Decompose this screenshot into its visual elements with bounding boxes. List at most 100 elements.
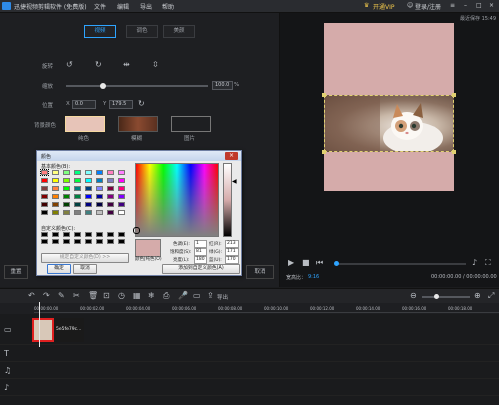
basic-color-cell[interactable]	[74, 186, 81, 191]
screen-record-icon[interactable]: ▭	[193, 292, 201, 300]
maximize-icon[interactable]: □	[476, 2, 482, 9]
basic-color-cell[interactable]	[85, 210, 92, 215]
basic-color-cell[interactable]	[85, 194, 92, 199]
custom-color-cell[interactable]	[63, 232, 70, 237]
basic-color-cell[interactable]	[74, 170, 81, 175]
luminance-arrow-icon[interactable]: ◀	[232, 178, 237, 185]
export-icon[interactable]: ⇪	[207, 292, 214, 300]
screenshot-icon[interactable]: ⎙	[163, 292, 169, 300]
menu-help[interactable]: 帮助	[162, 2, 174, 11]
timeline-ruler[interactable]: 00:00:00.00 00:00:02.00 00:00:04.00 00:0…	[0, 303, 499, 314]
basic-color-cell[interactable]	[40, 169, 49, 176]
basic-color-cell[interactable]	[85, 170, 92, 175]
zoom-in-icon[interactable]: ⊕	[474, 292, 481, 300]
basic-color-cell[interactable]	[107, 210, 114, 215]
spectrum-crosshair[interactable]	[133, 227, 140, 234]
basic-color-cell[interactable]	[74, 178, 81, 183]
stop-icon[interactable]: ■	[302, 259, 310, 267]
aspect-ratio[interactable]: 9:16	[308, 274, 319, 280]
lum-input[interactable]: 180	[194, 256, 207, 264]
basic-color-cell[interactable]	[118, 186, 125, 191]
timeline-tracks[interactable]: ▭ T ♫ ♪ 5e5fe79c...	[0, 302, 499, 405]
basic-color-cell[interactable]	[96, 194, 103, 199]
speed-icon[interactable]: ◷	[118, 292, 125, 300]
user-icon[interactable]: ☺	[407, 2, 413, 9]
record-voice-icon[interactable]: 🎤	[178, 292, 188, 300]
ok-button[interactable]: 确定	[47, 264, 71, 274]
basic-color-cell[interactable]	[107, 178, 114, 183]
basic-color-cell[interactable]	[63, 170, 70, 175]
zoom-slider[interactable]	[422, 296, 470, 298]
undo-icon[interactable]: ↶	[28, 292, 35, 300]
basic-color-cell[interactable]	[74, 202, 81, 207]
dialog-title-bar[interactable]: 颜色 ×	[37, 151, 241, 161]
volume-icon[interactable]: ♪	[472, 259, 477, 267]
bg-image-swatch[interactable]	[171, 116, 211, 132]
basic-color-cell[interactable]	[118, 210, 125, 215]
define-custom-button[interactable]: 规定自定义颜色(D) >>	[41, 253, 129, 263]
reset-position-icon[interactable]: ↻	[138, 100, 145, 108]
basic-color-cell[interactable]	[85, 178, 92, 183]
scale-slider[interactable]	[66, 85, 208, 87]
basic-color-cell[interactable]	[41, 178, 48, 183]
basic-color-cell[interactable]	[118, 202, 125, 207]
custom-color-cell[interactable]	[85, 239, 92, 244]
basic-color-cell[interactable]	[63, 210, 70, 215]
dialog-close-icon[interactable]: ×	[225, 152, 238, 160]
basic-color-cell[interactable]	[41, 202, 48, 207]
basic-color-cell[interactable]	[74, 194, 81, 199]
close-icon[interactable]: ×	[489, 2, 494, 9]
track-row[interactable]	[0, 345, 499, 362]
fullscreen-icon[interactable]: ⛶	[485, 259, 491, 267]
minimize-icon[interactable]: –	[464, 2, 467, 9]
playback-knob[interactable]	[334, 261, 339, 266]
basic-color-cell[interactable]	[107, 170, 114, 175]
edit-icon[interactable]: ✎	[58, 292, 65, 300]
basic-color-cell[interactable]	[63, 178, 70, 183]
reset-button[interactable]: 重置	[4, 265, 28, 279]
basic-color-cell[interactable]	[63, 194, 70, 199]
menu-icon[interactable]: ≡	[450, 2, 455, 9]
menu-edit[interactable]: 编辑	[117, 2, 129, 11]
bg-blur-swatch[interactable]	[118, 116, 158, 132]
custom-color-cell[interactable]	[74, 232, 81, 237]
basic-color-cell[interactable]	[63, 202, 70, 207]
custom-color-cell[interactable]	[52, 232, 59, 237]
basic-color-cell[interactable]	[107, 202, 114, 207]
split-icon[interactable]: ✂	[73, 292, 80, 300]
dialog-cancel-button[interactable]: 取消	[73, 264, 97, 274]
custom-color-cell[interactable]	[74, 239, 81, 244]
rotate-right-icon[interactable]: ↻	[95, 61, 102, 69]
hue-input[interactable]: 1	[194, 240, 207, 248]
vip-button[interactable]: 开通VIP	[373, 2, 395, 11]
export-button[interactable]: 导出	[217, 293, 228, 301]
flip-horizontal-icon[interactable]: ⇹	[123, 61, 130, 69]
basic-color-cell[interactable]	[118, 178, 125, 183]
basic-color-cell[interactable]	[96, 186, 103, 191]
bg-solid-swatch[interactable]	[65, 116, 105, 132]
basic-color-cell[interactable]	[63, 186, 70, 191]
fit-timeline-icon[interactable]: ⤢	[488, 292, 494, 300]
scale-slider-knob[interactable]	[100, 83, 106, 89]
custom-color-cell[interactable]	[85, 232, 92, 237]
basic-color-cell[interactable]	[96, 178, 103, 183]
prev-frame-icon[interactable]: ⏮	[316, 259, 323, 267]
cancel-button[interactable]: 取消	[246, 265, 274, 279]
basic-color-cell[interactable]	[41, 210, 48, 215]
resize-handle-br[interactable]	[452, 150, 456, 154]
custom-color-cell[interactable]	[107, 239, 114, 244]
tab-color[interactable]: 调色	[126, 25, 158, 38]
basic-color-cell[interactable]	[96, 202, 103, 207]
tab-video[interactable]: 视频	[84, 25, 116, 38]
resize-handle-tl[interactable]	[322, 93, 326, 97]
flip-vertical-icon[interactable]: ⇳	[152, 61, 159, 69]
rotate-left-icon[interactable]: ↺	[66, 61, 73, 69]
resize-handle-bl[interactable]	[322, 150, 326, 154]
custom-color-cell[interactable]	[52, 239, 59, 244]
menu-file[interactable]: 文件	[94, 2, 106, 11]
redo-icon[interactable]: ↷	[43, 292, 50, 300]
play-icon[interactable]: ▶	[288, 259, 294, 267]
playback-progress[interactable]	[336, 263, 466, 265]
pos-y-input[interactable]: 179.5	[109, 100, 133, 109]
mosaic-icon[interactable]: ▦	[133, 292, 141, 300]
